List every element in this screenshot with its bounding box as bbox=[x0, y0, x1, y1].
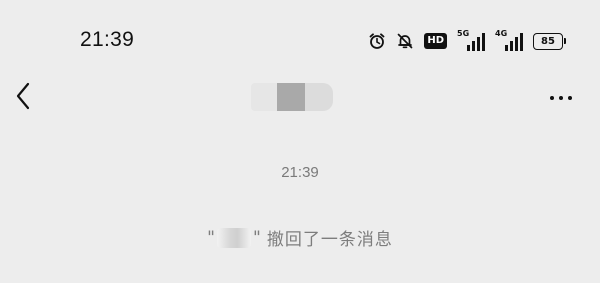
contact-name-blurred bbox=[251, 83, 333, 111]
battery-level: 85 bbox=[533, 32, 563, 50]
signal-4g-label: 4G bbox=[495, 29, 508, 38]
chat-area: 21:39 " " 撤回了一条消息 bbox=[0, 124, 600, 283]
recall-close-quote: " bbox=[253, 227, 261, 248]
status-bar: 21:39 HD 5G 4G 85 bbox=[0, 0, 600, 80]
hd-icon: HD bbox=[424, 33, 447, 49]
back-button[interactable] bbox=[10, 80, 36, 116]
status-time: 21:39 bbox=[80, 28, 135, 51]
alarm-icon bbox=[368, 32, 386, 50]
signal-4g-icon: 4G bbox=[495, 29, 523, 51]
message-timestamp: 21:39 bbox=[281, 164, 319, 181]
recall-text: 撤回了一条消息 bbox=[266, 230, 393, 250]
recall-open-quote: " bbox=[207, 227, 215, 248]
sender-name-blurred bbox=[217, 227, 251, 248]
more-horizontal-icon bbox=[550, 96, 572, 100]
chevron-left-icon bbox=[14, 81, 32, 116]
more-button[interactable] bbox=[544, 86, 578, 110]
status-icons: HD 5G 4G 85 bbox=[368, 29, 566, 52]
battery-icon: 85 bbox=[533, 32, 566, 50]
bell-off-icon bbox=[396, 32, 414, 50]
signal-5g-label: 5G bbox=[457, 29, 470, 38]
recall-notice: " " 撤回了一条消息 bbox=[0, 225, 600, 250]
signal-5g-icon: 5G bbox=[457, 29, 485, 51]
